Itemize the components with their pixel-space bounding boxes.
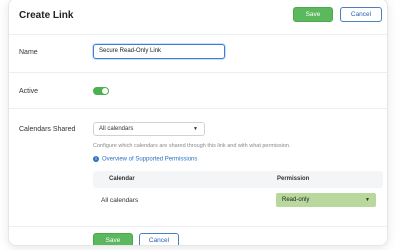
calendars-help-text: Configure which calendars are shared thr… — [93, 143, 291, 149]
header-save-button[interactable]: Save — [293, 7, 333, 22]
calendars-label: Calendars Shared — [19, 126, 76, 133]
calendars-select[interactable]: All calendars ▼ — [93, 122, 205, 136]
dialog-title: Create Link — [19, 10, 74, 21]
header-cancel-button[interactable]: Cancel — [340, 7, 382, 22]
active-label: Active — [19, 88, 39, 95]
row-calendar-name: All calendars — [101, 197, 139, 204]
active-toggle[interactable] — [93, 87, 109, 95]
footer-save-button[interactable]: Save — [93, 233, 133, 245]
info-circle-icon: i — [93, 156, 99, 162]
footer-cancel-button[interactable]: Cancel — [139, 233, 179, 245]
overview-link-label: Overview of Supported Permissions — [102, 156, 198, 163]
permission-select[interactable]: Read-only ▼ — [276, 193, 376, 207]
calendars-select-value: All calendars — [99, 126, 134, 132]
create-link-dialog: Create Link Save Cancel Name Secure Read… — [8, 0, 388, 246]
permission-select-value: Read-only — [282, 197, 310, 203]
toggle-knob — [102, 88, 108, 94]
active-section: Active — [9, 73, 387, 109]
table-header: Calendar Permission — [93, 171, 383, 188]
caret-down-icon: ▼ — [365, 197, 370, 203]
overview-permissions-link[interactable]: i Overview of Supported Permissions — [93, 156, 197, 163]
dialog-header: Create Link Save Cancel — [9, 0, 387, 35]
column-calendar: Calendar — [109, 176, 135, 182]
caret-down-icon: ▼ — [193, 126, 198, 132]
name-label: Name — [19, 49, 38, 56]
permissions-table: Calendar Permission All calendars Read-o… — [93, 171, 383, 215]
name-input[interactable]: Secure Read-Only Link — [93, 44, 225, 59]
column-permission: Permission — [277, 176, 310, 182]
